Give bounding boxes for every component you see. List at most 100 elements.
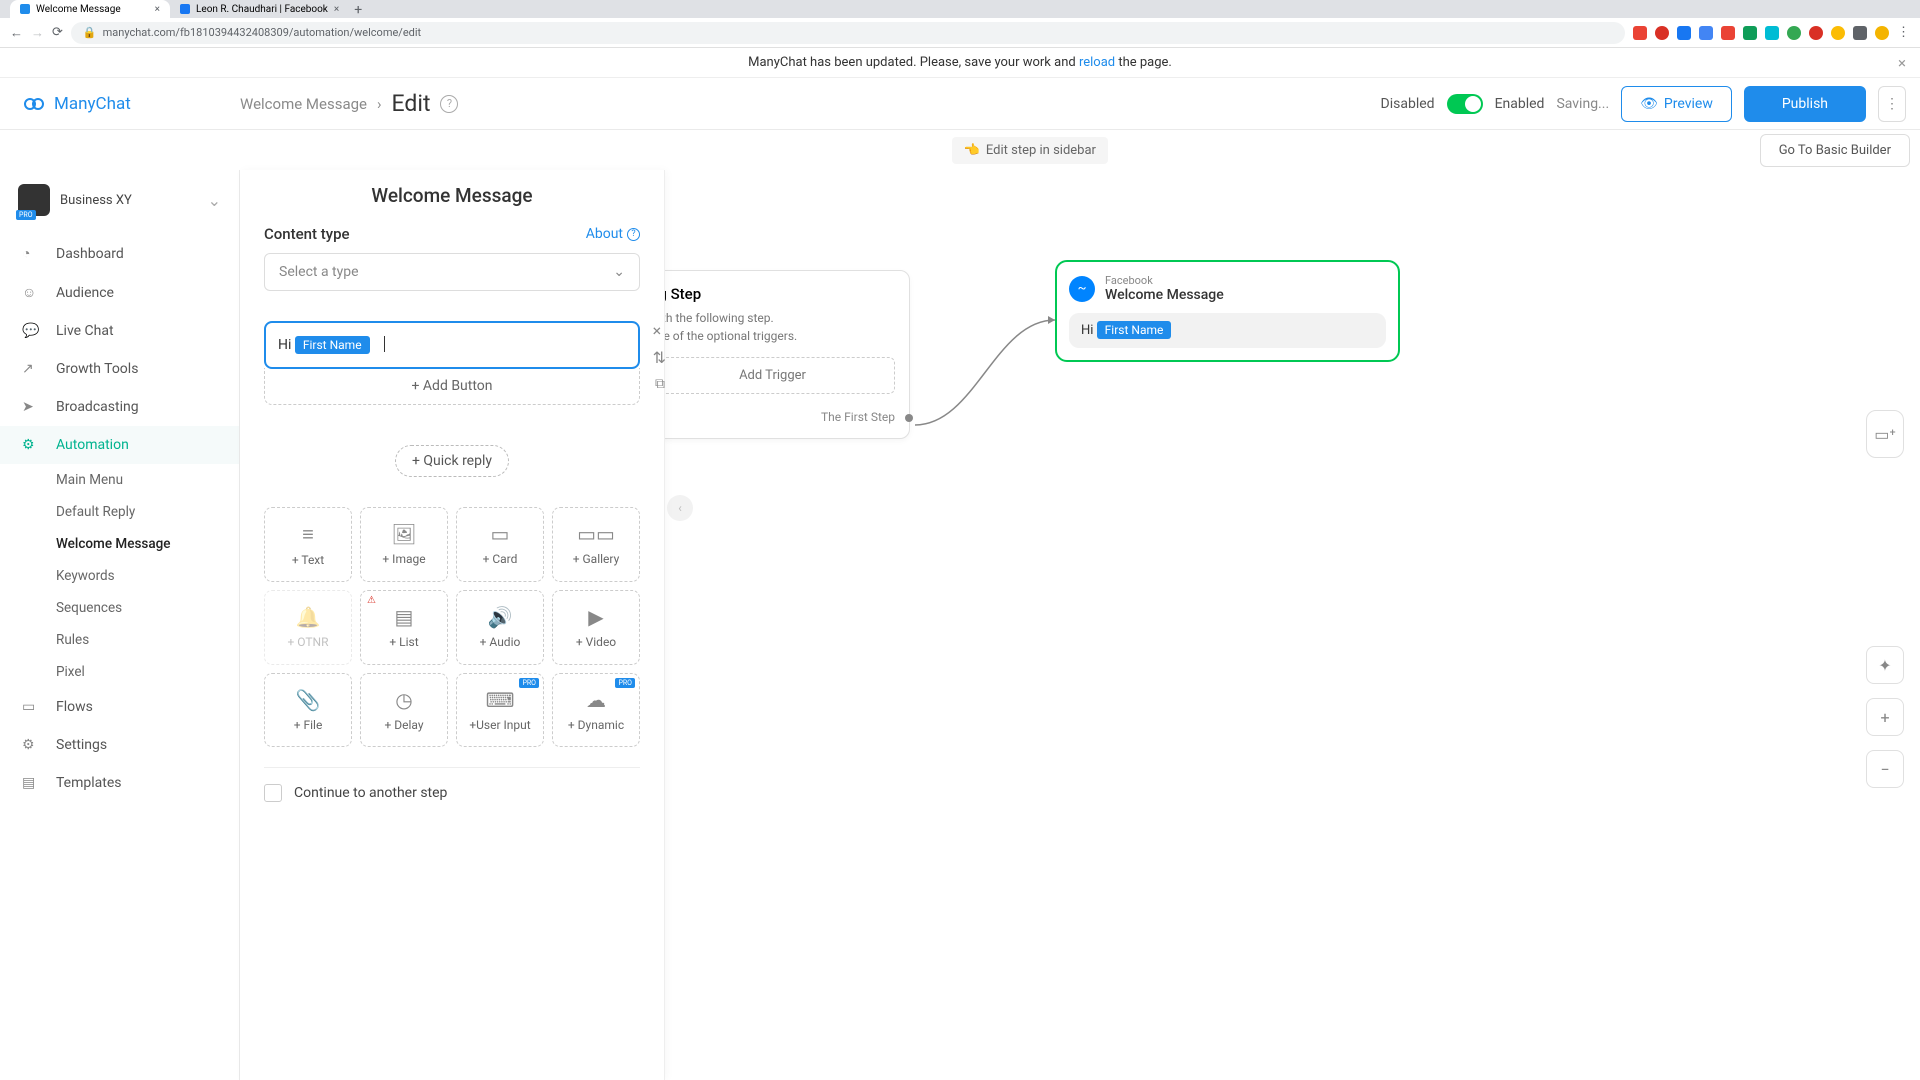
- variable-chip[interactable]: First Name: [295, 336, 370, 354]
- subnav-welcome-message[interactable]: Welcome Message: [56, 528, 239, 560]
- variable-chip: First Name: [1097, 321, 1172, 339]
- block-label: + OTNR: [288, 635, 329, 649]
- move-icon[interactable]: ⇅: [653, 348, 666, 367]
- tab-close-icon[interactable]: ×: [155, 4, 160, 15]
- block-label: + Dynamic: [568, 718, 624, 732]
- lock-icon: 🔒: [83, 26, 97, 39]
- notice-text: the page.: [1115, 55, 1172, 70]
- subnav-sequences[interactable]: Sequences: [56, 592, 239, 624]
- quick-reply-button[interactable]: + Quick reply: [395, 445, 509, 477]
- add-file-block[interactable]: 📎+ File: [264, 673, 352, 748]
- enable-toggle[interactable]: [1447, 94, 1483, 114]
- forward-icon[interactable]: →: [31, 25, 44, 41]
- extension-icon[interactable]: [1809, 26, 1823, 40]
- messenger-icon: ~: [1069, 276, 1095, 302]
- about-link[interactable]: About?: [586, 226, 640, 242]
- extension-icon[interactable]: [1853, 26, 1867, 40]
- zoom-out-button[interactable]: −: [1866, 750, 1904, 788]
- add-step-button[interactable]: ▭⁺: [1866, 410, 1904, 458]
- back-icon[interactable]: ←: [10, 25, 23, 41]
- avatar-icon[interactable]: [1875, 26, 1889, 40]
- reload-icon[interactable]: ⟳: [52, 25, 63, 40]
- chevron-right-icon: ›: [377, 95, 382, 113]
- page-title: Edit: [392, 90, 431, 117]
- preview-button[interactable]: 👁 Preview: [1621, 86, 1732, 122]
- browser-tab-active[interactable]: Welcome Message ×: [10, 0, 170, 18]
- close-icon[interactable]: ×: [1898, 54, 1906, 72]
- extension-icon[interactable]: [1677, 26, 1691, 40]
- message-text-input[interactable]: Hi First Name: [264, 321, 640, 369]
- add-audio-block[interactable]: 🔊+ Audio: [456, 590, 544, 665]
- collapse-handle[interactable]: ‹: [667, 495, 693, 521]
- add-button-button[interactable]: + Add Button ⧉: [264, 368, 640, 405]
- button-label: Publish: [1782, 96, 1828, 112]
- add-delay-block[interactable]: ◷+ Delay: [360, 673, 448, 748]
- breadcrumb: Welcome Message › Edit ?: [240, 90, 458, 117]
- add-userinput-block[interactable]: PRO⌨+User Input: [456, 673, 544, 748]
- help-icon[interactable]: ?: [440, 95, 458, 113]
- browser-tab-inactive[interactable]: Leon R. Chaudhari | Facebook ×: [170, 0, 349, 18]
- flow-canvas[interactable]: ‹ ng Step with the following step.one of…: [665, 170, 1920, 1080]
- breadcrumb-parent[interactable]: Welcome Message: [240, 95, 367, 113]
- magic-tool-button[interactable]: ✦: [1866, 646, 1904, 684]
- welcome-message-node[interactable]: ~ Facebook Welcome Message Hi First Name: [1055, 260, 1400, 362]
- add-trigger-button[interactable]: Add Trigger: [650, 357, 895, 394]
- add-dynamic-block[interactable]: PRO☁+ Dynamic: [552, 673, 640, 748]
- extension-icon[interactable]: [1699, 26, 1713, 40]
- editor-panel: Welcome Message Content type About? Sele…: [240, 170, 665, 1080]
- subnav-rules[interactable]: Rules: [56, 624, 239, 656]
- subnav-default-reply[interactable]: Default Reply: [56, 496, 239, 528]
- extension-icon[interactable]: [1743, 26, 1757, 40]
- brand[interactable]: ManyChat: [0, 92, 240, 116]
- subnav-main-menu[interactable]: Main Menu: [56, 464, 239, 496]
- edit-step-chip[interactable]: 👈 Edit step in sidebar: [952, 137, 1108, 164]
- add-card-block[interactable]: ▭+ Card: [456, 507, 544, 582]
- checkbox[interactable]: [264, 784, 282, 802]
- extension-icon[interactable]: [1765, 26, 1779, 40]
- starting-step-node[interactable]: ng Step with the following step.one of t…: [635, 270, 910, 439]
- nav-dashboard[interactable]: ◔Dashboard: [0, 234, 239, 273]
- content-type-select[interactable]: Select a type ⌄: [264, 253, 640, 291]
- delete-icon[interactable]: ×: [653, 321, 666, 340]
- extension-icon[interactable]: [1655, 26, 1669, 40]
- extension-icon[interactable]: [1633, 26, 1647, 40]
- tab-close-icon[interactable]: ×: [334, 4, 339, 15]
- browser-tabstrip: Welcome Message × Leon R. Chaudhari | Fa…: [0, 0, 1920, 18]
- nav-templates[interactable]: ▤Templates: [0, 764, 239, 802]
- nav-settings[interactable]: ⚙Settings: [0, 726, 239, 764]
- more-button[interactable]: ⋮: [1878, 86, 1906, 122]
- subnav-keywords[interactable]: Keywords: [56, 560, 239, 592]
- menu-icon[interactable]: ⋮: [1897, 25, 1910, 40]
- reload-link[interactable]: reload: [1079, 55, 1115, 70]
- eye-icon: 👁: [1640, 96, 1658, 112]
- address-bar[interactable]: 🔒 manychat.com/fb181039443240830­9/autom…: [71, 22, 1625, 44]
- zoom-in-button[interactable]: +: [1866, 698, 1904, 736]
- account-switcher[interactable]: Business XY ⌄: [0, 176, 239, 234]
- nav-audience[interactable]: ☺Audience: [0, 273, 239, 312]
- duplicate-icon[interactable]: ⧉: [655, 376, 665, 392]
- add-text-block[interactable]: ≡+ Text: [264, 507, 352, 582]
- growth-icon: ↗: [22, 361, 42, 377]
- nav-flows[interactable]: ▭Flows: [0, 688, 239, 726]
- add-video-block[interactable]: ▶+ Video: [552, 590, 640, 665]
- new-tab-button[interactable]: +: [349, 2, 367, 18]
- first-step-label: The First Step: [650, 410, 895, 424]
- continue-checkbox-row[interactable]: Continue to another step: [264, 784, 640, 802]
- add-list-block[interactable]: ⚠▤+ List: [360, 590, 448, 665]
- add-gallery-block[interactable]: ▭▭+ Gallery: [552, 507, 640, 582]
- gallery-icon: ▭▭: [577, 522, 615, 546]
- go-basic-builder-button[interactable]: Go To Basic Builder: [1760, 134, 1910, 167]
- nav-automation[interactable]: ⚙Automation: [0, 426, 239, 464]
- nav-growth[interactable]: ↗Growth Tools: [0, 350, 239, 388]
- publish-button[interactable]: Publish: [1744, 86, 1866, 122]
- subnav-pixel[interactable]: Pixel: [56, 656, 239, 688]
- saving-status: Saving...: [1556, 96, 1609, 112]
- extension-icon[interactable]: [1721, 26, 1735, 40]
- nav-livechat[interactable]: 💬Live Chat: [0, 312, 239, 350]
- extension-icon[interactable]: [1787, 26, 1801, 40]
- extension-icon[interactable]: [1831, 26, 1845, 40]
- nav-broadcasting[interactable]: ➤Broadcasting: [0, 388, 239, 426]
- image-icon: 🖼: [391, 522, 416, 546]
- add-image-block[interactable]: 🖼+ Image: [360, 507, 448, 582]
- checkbox-label: Continue to another step: [294, 785, 447, 801]
